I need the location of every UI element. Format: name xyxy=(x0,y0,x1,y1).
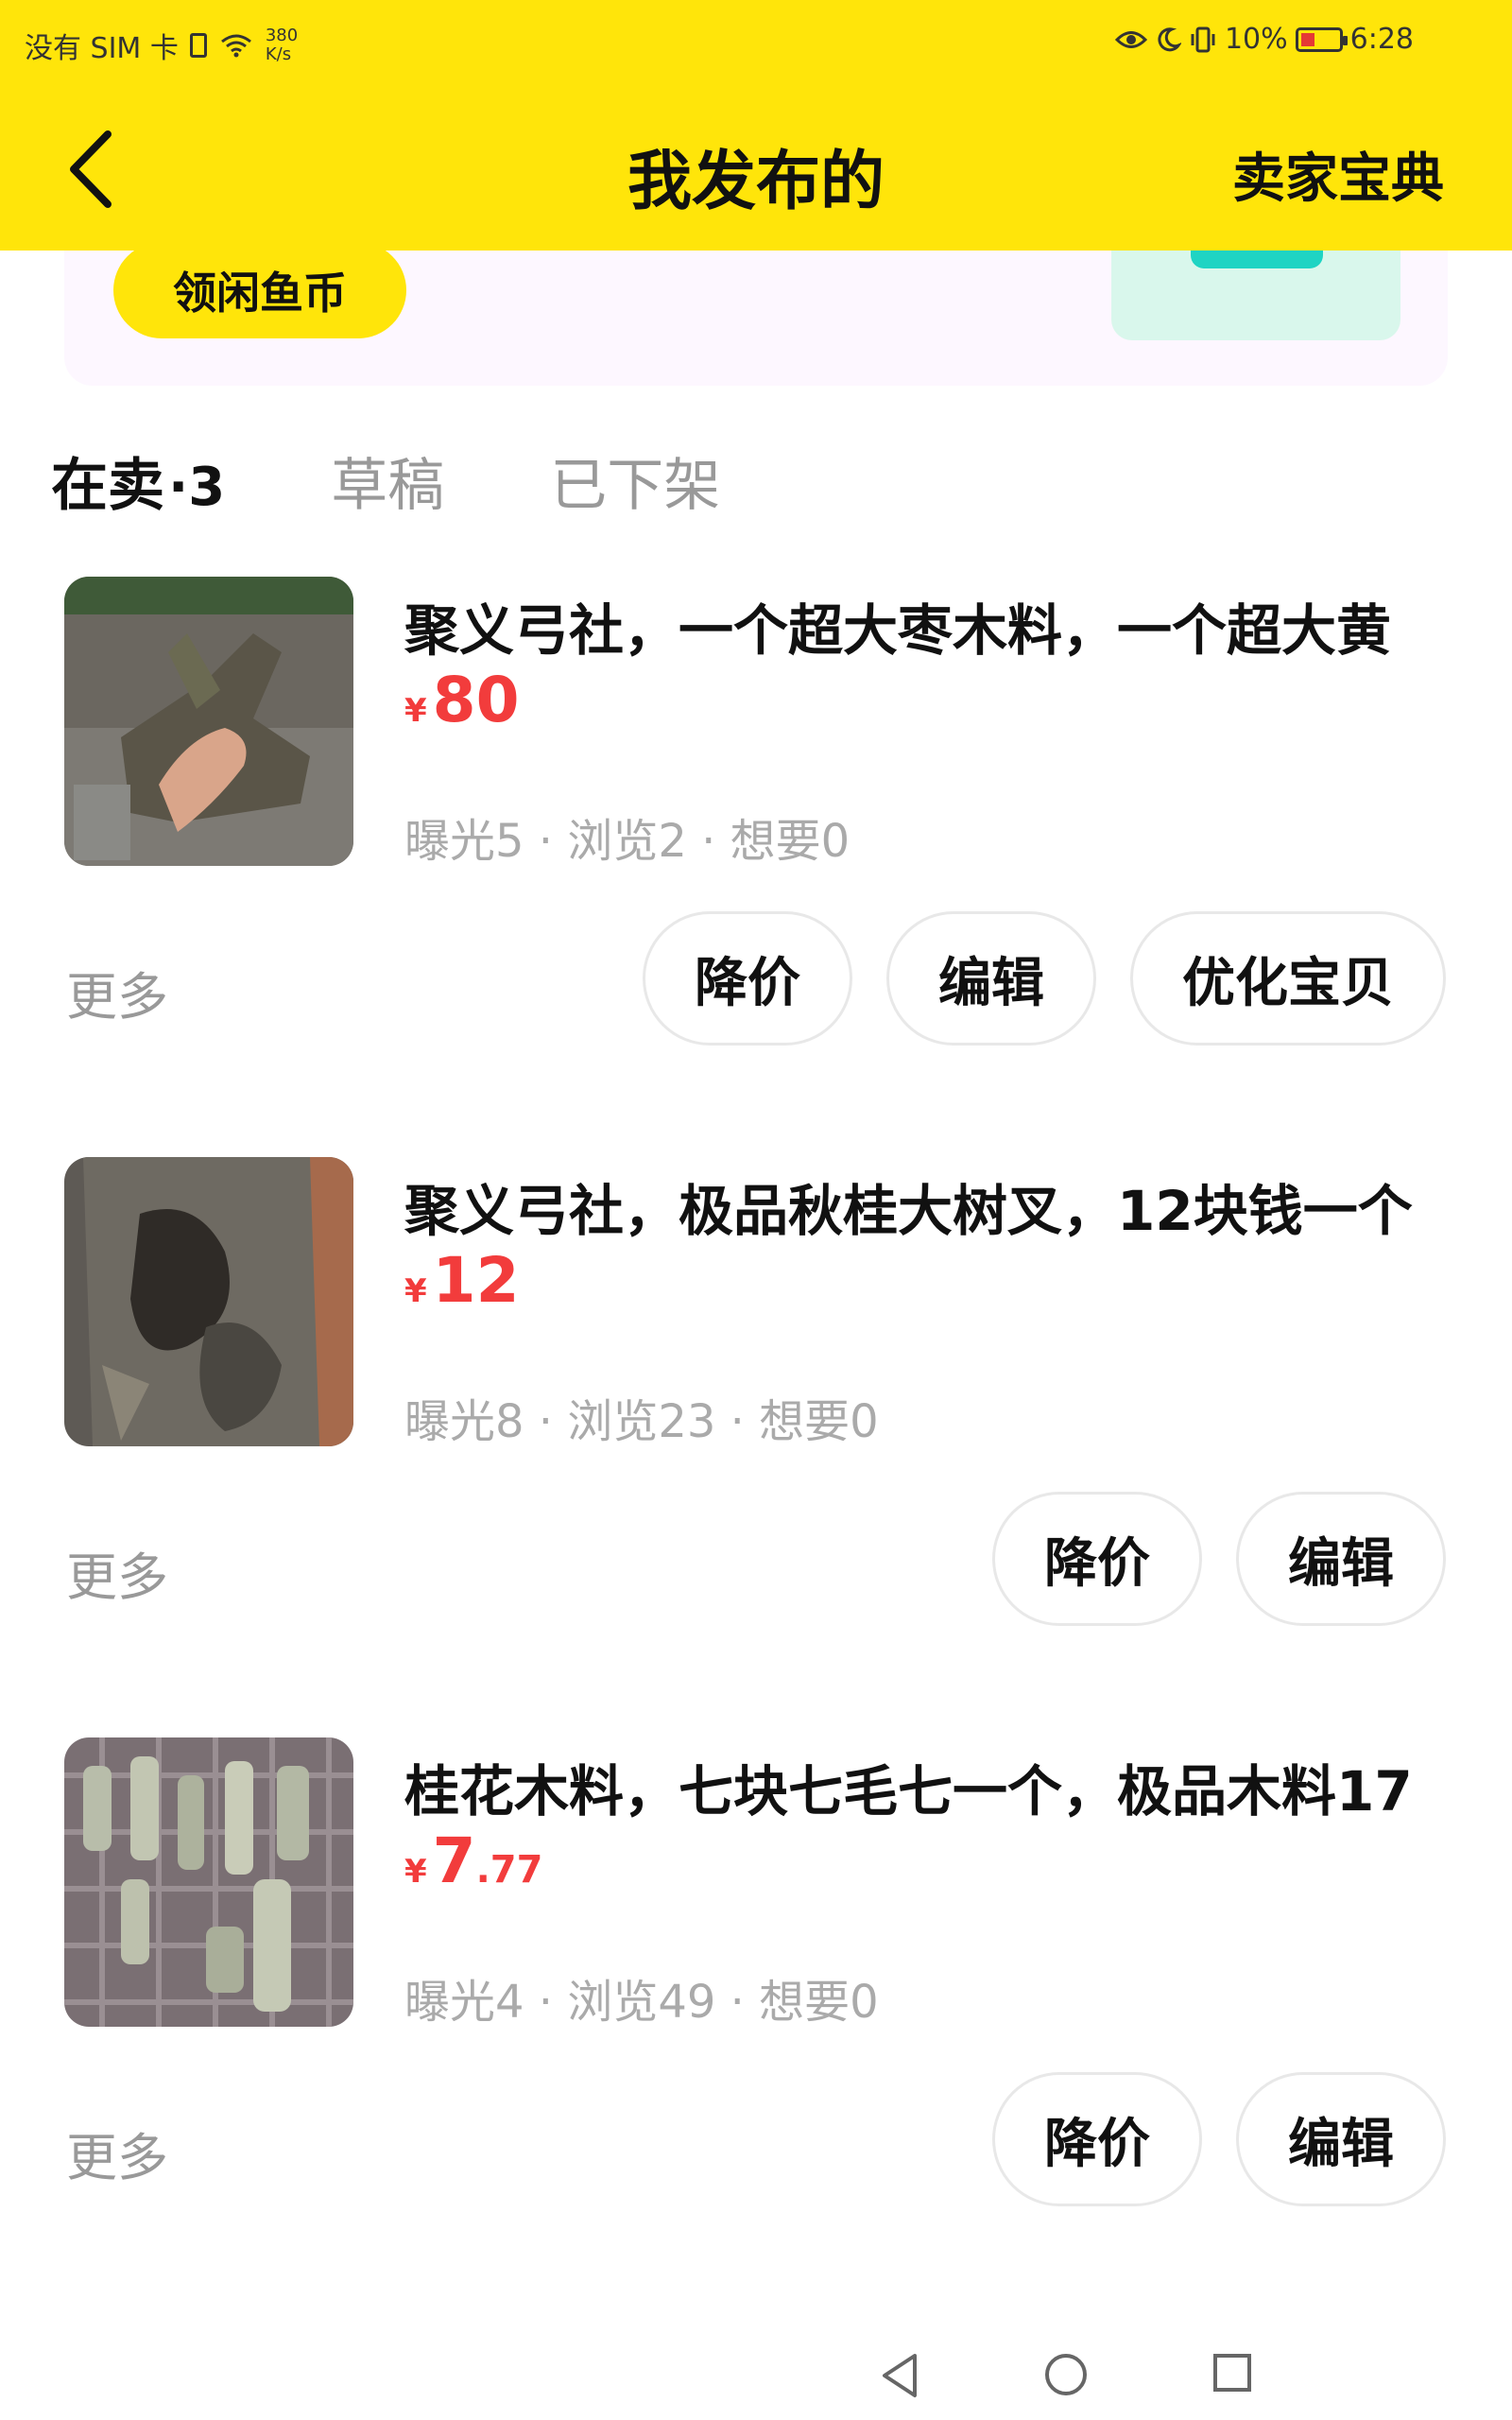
reduce-price-button[interactable]: 降价 xyxy=(992,2072,1202,2206)
edit-button[interactable]: 编辑 xyxy=(886,911,1096,1046)
listing-thumbnail[interactable] xyxy=(64,577,353,866)
carrier-text: 没有 SIM 卡 xyxy=(25,32,179,65)
listing-actions: 降价 编辑 xyxy=(992,2072,1446,2206)
eye-icon xyxy=(1114,30,1147,48)
listing-thumbnail[interactable] xyxy=(64,1157,353,1446)
listing-price: ¥ 12 xyxy=(404,1244,520,1317)
listing-stats: 曝光8 · 浏览23 · 想要0 xyxy=(404,1395,879,1448)
tab-count: ·3 xyxy=(168,457,226,518)
seller-guide-link-overlay[interactable]: 卖家宝典 xyxy=(1232,136,1444,213)
system-nav-bar xyxy=(0,2335,1512,2420)
status-right: 10% 6:28 xyxy=(1114,23,1414,56)
back-triangle-icon[interactable] xyxy=(879,2352,920,2399)
more-button[interactable]: 更多 xyxy=(66,955,168,1029)
reduce-price-button[interactable]: 降价 xyxy=(643,911,852,1046)
tab-bar: 在卖·3 草稿 已下架 xyxy=(51,440,826,553)
edit-button[interactable]: 编辑 xyxy=(1236,1492,1446,1626)
reduce-price-button[interactable]: 降价 xyxy=(992,1492,1202,1626)
currency-symbol: ¥ xyxy=(404,692,427,730)
price-int: 80 xyxy=(432,664,520,736)
listing-item[interactable]: 聚义弓社，一个超大枣木料，一个超大黄 ¥ 80 曝光5 · 浏览2 · 想要0 … xyxy=(0,577,1512,1144)
header-overlay: 我发布的 卖家宝典 xyxy=(0,87,1512,251)
tab-label: 在卖 xyxy=(51,453,164,519)
price-int: 7 xyxy=(432,1824,476,1897)
battery-icon xyxy=(1295,26,1348,52)
wood-photo-3 xyxy=(64,1737,353,2027)
listing-item[interactable]: 聚义弓社，极品秋桂大树叉，12块钱一个 ¥ 12 曝光8 · 浏览23 · 想要… xyxy=(0,1157,1512,1724)
tab-on-sale[interactable]: 在卖·3 xyxy=(51,440,225,522)
price-dec: .77 xyxy=(475,1848,543,1892)
currency-symbol: ¥ xyxy=(404,1853,427,1891)
listing-thumbnail[interactable] xyxy=(64,1737,353,2027)
battery-percent: 10% xyxy=(1224,23,1288,56)
claim-coins-button[interactable]: 领闲鱼币 xyxy=(113,242,406,338)
moon-icon xyxy=(1158,26,1181,51)
currency-symbol: ¥ xyxy=(404,1272,427,1310)
listing-title[interactable]: 桂花木料，七块七毛七一个，极品木料17 xyxy=(404,1747,1472,1826)
optimize-item-button[interactable]: 优化宝贝 xyxy=(1130,911,1446,1046)
price-int: 12 xyxy=(432,1244,520,1317)
more-button[interactable]: 更多 xyxy=(66,1535,168,1610)
net-speed-value: 380 xyxy=(265,26,299,45)
listing-actions: 降价 编辑 优化宝贝 xyxy=(643,911,1446,1046)
status-bar: 没有 SIM 卡 380 K/s 10% 6:28 xyxy=(0,0,1512,87)
wood-photo-2 xyxy=(64,1157,353,1446)
net-speed-unit: K/s xyxy=(265,44,292,64)
tab-drafts[interactable]: 草稿 xyxy=(331,440,444,522)
vibrate-icon xyxy=(1191,26,1215,52)
edit-button[interactable]: 编辑 xyxy=(1236,2072,1446,2206)
listing-price: ¥ 7 .77 xyxy=(404,1824,542,1897)
listing-price: ¥ 80 xyxy=(404,664,520,736)
listing-actions: 降价 编辑 xyxy=(992,1492,1446,1626)
listing-stats: 曝光5 · 浏览2 · 想要0 xyxy=(404,815,850,868)
recents-square-icon[interactable] xyxy=(1211,2352,1253,2394)
listing-title[interactable]: 聚义弓社，一个超大枣木料，一个超大黄 xyxy=(404,586,1472,666)
sim-icon xyxy=(189,33,207,58)
tab-label: 已下架 xyxy=(550,453,721,519)
wood-photo-1 xyxy=(64,577,353,866)
clock: 6:28 xyxy=(1349,23,1414,56)
status-left: 没有 SIM 卡 380 K/s xyxy=(25,25,298,66)
net-speed: 380 K/s xyxy=(266,26,298,64)
home-circle-icon[interactable] xyxy=(1043,2352,1089,2397)
more-button[interactable]: 更多 xyxy=(66,2116,168,2190)
listing-title[interactable]: 聚义弓社，极品秋桂大树叉，12块钱一个 xyxy=(404,1167,1472,1246)
wifi-icon xyxy=(220,34,251,58)
tab-label: 草稿 xyxy=(331,453,445,519)
listing-item[interactable]: 桂花木料，七块七毛七一个，极品木料17 ¥ 7 .77 曝光4 · 浏览49 ·… xyxy=(0,1737,1512,2305)
tab-off-shelf[interactable]: 已下架 xyxy=(550,440,720,522)
listing-stats: 曝光4 · 浏览49 · 想要0 xyxy=(404,1976,879,2029)
